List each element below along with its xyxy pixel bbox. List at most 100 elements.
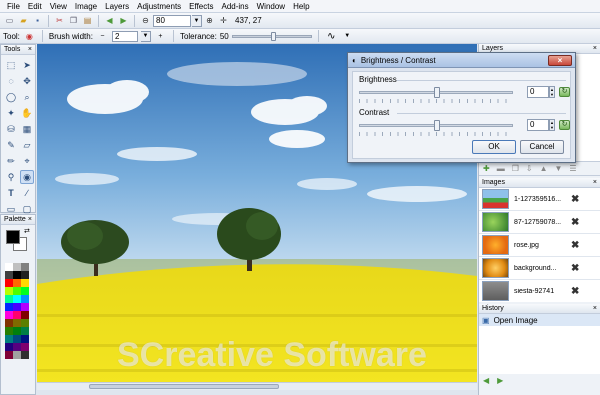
palette-color-swatch[interactable] <box>5 311 13 319</box>
palette-color-swatch[interactable] <box>5 303 13 311</box>
brush-width-dropdown[interactable]: ▼ <box>140 30 151 42</box>
zoom-in-icon[interactable]: ⊕ <box>203 14 216 27</box>
palette-color-swatch[interactable] <box>21 335 29 343</box>
magic-wand-icon[interactable]: ✦ <box>4 106 18 120</box>
curve-icon[interactable]: ∿ <box>325 30 338 43</box>
palette-color-swatch[interactable] <box>13 279 21 287</box>
ellipse-select-icon[interactable]: ◯ <box>4 90 18 104</box>
close-icon[interactable]: × <box>593 178 597 188</box>
palette-color-swatch[interactable] <box>21 279 29 287</box>
list-item[interactable]: rose.jpg ✖ <box>479 234 600 257</box>
palette-color-swatch[interactable] <box>21 295 29 303</box>
menu-view[interactable]: View <box>46 0 71 13</box>
brightness-slider[interactable] <box>359 87 513 98</box>
brush-width-input[interactable]: 2 <box>111 30 138 42</box>
contrast-slider[interactable] <box>359 120 513 131</box>
palette-color-swatch[interactable] <box>13 271 21 279</box>
palette-color-swatch[interactable] <box>21 287 29 295</box>
close-icon[interactable]: × <box>593 44 597 54</box>
duplicate-layer-icon[interactable]: ❐ <box>512 164 519 173</box>
list-item[interactable]: siesta-92741 ✖ <box>479 280 600 302</box>
undo-icon[interactable]: ◀ <box>103 14 116 27</box>
zoom-out-icon[interactable]: ⊖ <box>139 14 152 27</box>
close-image-icon[interactable]: ✖ <box>571 217 579 228</box>
history-undo-icon[interactable]: ◀ <box>483 376 489 385</box>
palette-color-swatch[interactable] <box>5 351 13 359</box>
palette-color-swatch[interactable] <box>13 287 21 295</box>
menu-window[interactable]: Window <box>253 0 289 13</box>
swap-colors-icon[interactable]: ⇄ <box>24 227 30 235</box>
palette-color-swatch[interactable] <box>21 311 29 319</box>
palette-color-swatch[interactable] <box>13 335 21 343</box>
layer-properties-icon[interactable]: ☰ <box>569 164 576 173</box>
palette-color-swatch[interactable] <box>5 271 13 279</box>
new-file-icon[interactable]: ▭ <box>3 14 16 27</box>
paintbrush-icon[interactable]: ✎ <box>4 138 18 152</box>
brightness-reset-button[interactable]: ↻ <box>559 87 570 97</box>
palette-color-swatch[interactable] <box>13 319 21 327</box>
rectangle-select-icon[interactable]: ⬚ <box>4 58 18 72</box>
menu-file[interactable]: File <box>3 0 24 13</box>
palette-color-swatch[interactable] <box>5 327 13 335</box>
eraser-icon[interactable]: ▱ <box>20 138 34 152</box>
palette-color-swatch[interactable] <box>5 295 13 303</box>
palette-color-swatch[interactable] <box>21 319 29 327</box>
pan-hand-icon[interactable]: ✋ <box>20 106 34 120</box>
palette-color-swatch[interactable] <box>5 263 13 271</box>
palette-color-swatch[interactable] <box>13 295 21 303</box>
palette-color-swatch[interactable] <box>21 263 29 271</box>
delete-layer-icon[interactable]: ▬ <box>497 164 505 173</box>
palette-color-swatch[interactable] <box>5 279 13 287</box>
menu-effects[interactable]: Effects <box>185 0 217 13</box>
palette-color-swatch[interactable] <box>21 327 29 335</box>
contrast-slider-thumb[interactable] <box>434 120 440 131</box>
list-item[interactable]: 87-12759078... ✖ <box>479 211 600 234</box>
primary-color-swatch[interactable] <box>6 230 20 244</box>
menu-adjustments[interactable]: Adjustments <box>133 0 185 13</box>
ok-button[interactable]: OK <box>472 140 516 154</box>
brightness-spinner[interactable]: ▲ ▼ <box>549 86 555 98</box>
dialog-close-button[interactable]: × <box>548 55 572 66</box>
list-item[interactable]: ▣ Open Image <box>479 314 600 326</box>
move-layer-up-icon[interactable]: ▲ <box>540 164 548 173</box>
palette-color-swatch[interactable] <box>5 335 13 343</box>
clone-stamp-icon[interactable]: ⚲ <box>4 170 18 184</box>
text-icon[interactable]: T <box>4 186 18 200</box>
palette-color-swatch[interactable] <box>13 311 21 319</box>
recolor-icon[interactable]: ◉ <box>20 170 34 184</box>
paste-icon[interactable]: ▤ <box>81 14 94 27</box>
brightness-slider-thumb[interactable] <box>434 87 440 98</box>
menu-layers[interactable]: Layers <box>101 0 133 13</box>
palette-color-swatch[interactable] <box>13 303 21 311</box>
gradient-icon[interactable]: ▦ <box>20 122 34 136</box>
lasso-select-icon[interactable]: ◌ <box>4 74 18 88</box>
close-icon[interactable]: × <box>28 215 32 225</box>
paint-bucket-icon[interactable]: ◉ <box>23 30 36 43</box>
palette-color-swatch[interactable] <box>21 303 29 311</box>
palette-color-swatch[interactable] <box>5 343 13 351</box>
dialog-titlebar[interactable]: ◐ Brightness / Contrast <box>348 53 575 68</box>
palette-color-swatch[interactable] <box>13 343 21 351</box>
zoom-icon[interactable]: ⌕ <box>20 90 34 104</box>
close-icon[interactable]: × <box>593 304 597 314</box>
tolerance-slider-thumb[interactable] <box>270 31 276 41</box>
history-redo-icon[interactable]: ▶ <box>497 376 503 385</box>
palette-color-swatch[interactable] <box>13 327 21 335</box>
close-icon[interactable]: × <box>28 45 32 55</box>
palette-color-swatch[interactable] <box>21 343 29 351</box>
copy-icon[interactable]: ❐ <box>67 14 80 27</box>
redo-icon[interactable]: ▶ <box>117 14 130 27</box>
menu-help[interactable]: Help <box>289 0 313 13</box>
chevron-down-icon[interactable]: ▼ <box>341 30 354 43</box>
close-image-icon[interactable]: ✖ <box>571 263 579 274</box>
contrast-spinner[interactable]: ▲ ▼ <box>549 119 555 131</box>
palette-color-swatch[interactable] <box>21 351 29 359</box>
menu-add-ins[interactable]: Add-ins <box>217 0 252 13</box>
palette-color-swatch[interactable] <box>5 319 13 327</box>
contrast-reset-button[interactable]: ↻ <box>559 120 570 130</box>
add-layer-icon[interactable]: ✚ <box>483 164 490 173</box>
merge-layer-icon[interactable]: ⇩ <box>526 164 533 173</box>
horizontal-scrollbar[interactable] <box>37 382 477 390</box>
menu-image[interactable]: Image <box>71 0 101 13</box>
brush-width-increase-icon[interactable]: + <box>154 30 167 43</box>
